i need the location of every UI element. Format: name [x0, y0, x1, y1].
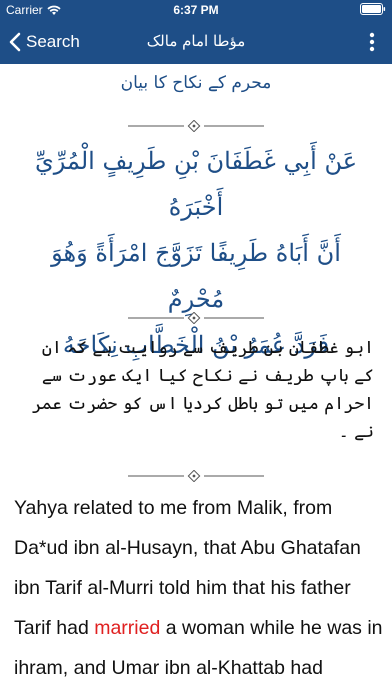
arabic-line: عَنْ أَبِي غَطَفَانَ بْنِ طَرِيفٍ الْمُر…	[34, 147, 358, 221]
more-options-button[interactable]	[360, 30, 384, 54]
arabic-line: أَنَّ أَبَاهُ طَرِيفًا تَزَوَّجَ امْرَأَ…	[51, 239, 341, 313]
ornamental-divider	[128, 120, 264, 132]
english-translation: Yahya related to me from Malik, from Da*…	[14, 488, 384, 696]
battery-icon	[360, 3, 386, 15]
chapter-title: محرم کے نکاح کا بیان	[120, 73, 272, 93]
navigation-bar: Search مؤطا امام مالک	[0, 20, 392, 64]
ornamental-divider	[128, 470, 264, 482]
status-right	[360, 3, 386, 15]
page-title: مؤطا امام مالک	[146, 32, 246, 50]
highlighted-word[interactable]: married	[94, 617, 160, 639]
more-vertical-icon	[369, 32, 375, 52]
status-bar: Carrier 6:37 PM	[0, 0, 392, 20]
urdu-translation: ابو غطفان بن طریف سے روایت ہے کہ ان کے ب…	[31, 338, 374, 442]
status-time: 6:37 PM	[173, 3, 219, 17]
ornamental-divider	[128, 312, 264, 324]
